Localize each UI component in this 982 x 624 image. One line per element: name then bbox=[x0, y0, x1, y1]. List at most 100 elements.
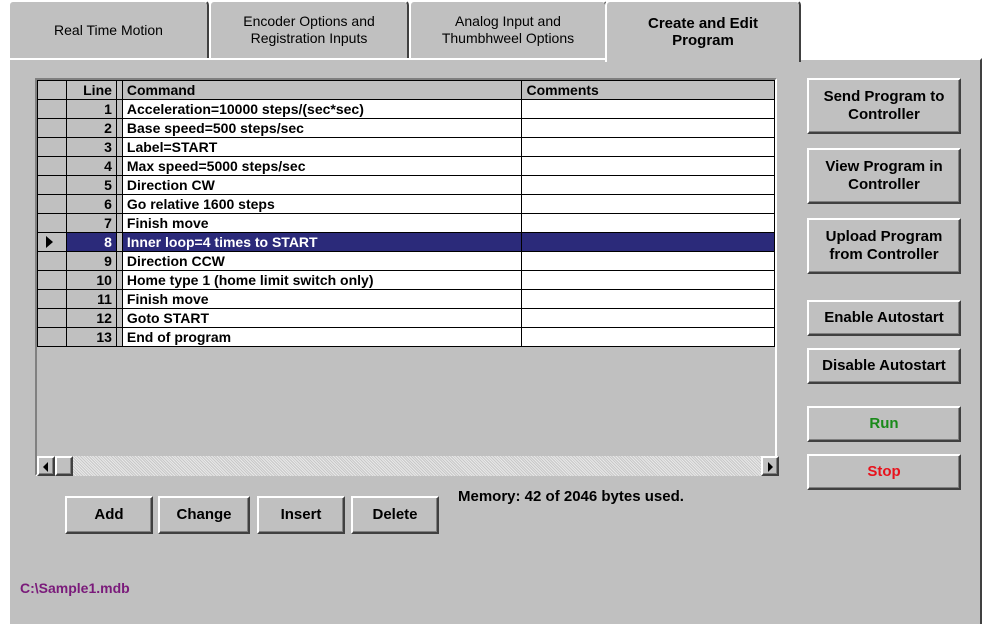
scroll-thumb[interactable] bbox=[55, 456, 73, 476]
command-cell[interactable]: Max speed=5000 steps/sec bbox=[121, 156, 523, 176]
line-number-cell[interactable]: 3 bbox=[65, 137, 117, 157]
delete-label: Delete bbox=[372, 506, 418, 523]
tab-panel: Line Command Comments 1 Acceleration=1000… bbox=[8, 58, 982, 624]
row-header[interactable] bbox=[37, 251, 67, 271]
tab-label: Real Time Motion bbox=[54, 21, 163, 38]
line-number-cell[interactable]: 8 bbox=[65, 232, 117, 252]
scroll-left-button[interactable] bbox=[37, 456, 55, 476]
command-cell[interactable]: Label=START bbox=[121, 137, 523, 157]
row-header[interactable] bbox=[37, 270, 67, 290]
tab-analog-input[interactable]: Analog Input and Thumbhweel Options bbox=[409, 0, 607, 58]
change-label: Change bbox=[176, 506, 232, 523]
row-header[interactable] bbox=[37, 175, 67, 195]
table-row[interactable]: 12 Goto START bbox=[37, 308, 775, 328]
table-row[interactable]: 9 Direction CCW bbox=[37, 251, 775, 271]
line-number-cell[interactable]: 12 bbox=[65, 308, 117, 328]
column-header-comments[interactable]: Comments bbox=[521, 80, 775, 100]
comments-cell[interactable] bbox=[521, 232, 775, 252]
line-number-cell[interactable]: 7 bbox=[65, 213, 117, 233]
delete-button[interactable]: Delete bbox=[351, 496, 439, 534]
comments-cell[interactable] bbox=[521, 194, 775, 214]
row-header-corner bbox=[37, 80, 67, 100]
tab-encoder-options[interactable]: Encoder Options and Registration Inputs bbox=[209, 0, 409, 58]
upload-program-button[interactable]: Upload Program from Controller bbox=[807, 218, 961, 274]
command-cell[interactable]: Goto START bbox=[121, 308, 523, 328]
row-header[interactable] bbox=[37, 194, 67, 214]
command-cell[interactable]: Finish move bbox=[121, 289, 523, 309]
row-header[interactable] bbox=[37, 137, 67, 157]
add-button[interactable]: Add bbox=[65, 496, 153, 534]
comments-cell[interactable] bbox=[521, 327, 775, 347]
command-cell[interactable]: Acceleration=10000 steps/(sec*sec) bbox=[121, 99, 523, 119]
tab-real-time-motion[interactable]: Real Time Motion bbox=[8, 0, 209, 58]
column-header-command[interactable]: Command bbox=[121, 80, 523, 100]
row-header[interactable] bbox=[37, 308, 67, 328]
comments-cell[interactable] bbox=[521, 156, 775, 176]
comments-cell[interactable] bbox=[521, 137, 775, 157]
horizontal-scrollbar[interactable] bbox=[37, 456, 779, 476]
row-header[interactable] bbox=[37, 118, 67, 138]
comments-cell[interactable] bbox=[521, 270, 775, 290]
command-cell[interactable]: Go relative 1600 steps bbox=[121, 194, 523, 214]
tab-label: Create and Edit Program bbox=[647, 15, 759, 49]
insert-button[interactable]: Insert bbox=[257, 496, 345, 534]
line-number-cell[interactable]: 2 bbox=[65, 118, 117, 138]
command-cell[interactable]: Base speed=500 steps/sec bbox=[121, 118, 523, 138]
comments-cell[interactable] bbox=[521, 175, 775, 195]
run-button[interactable]: Run bbox=[807, 406, 961, 442]
comments-cell[interactable] bbox=[521, 308, 775, 328]
table-row[interactable]: 2 Base speed=500 steps/sec bbox=[37, 118, 775, 138]
run-label: Run bbox=[869, 415, 899, 432]
table-row[interactable]: 13 End of program bbox=[37, 327, 775, 347]
change-button[interactable]: Change bbox=[158, 496, 250, 534]
row-header[interactable] bbox=[37, 327, 67, 347]
comments-cell[interactable] bbox=[521, 99, 775, 119]
table-row[interactable]: 7 Finish move bbox=[37, 213, 775, 233]
line-number-cell[interactable]: 1 bbox=[65, 99, 117, 119]
table-row[interactable]: 1 Acceleration=10000 steps/(sec*sec) bbox=[37, 99, 775, 119]
program-grid[interactable]: Line Command Comments 1 Acceleration=1000… bbox=[35, 78, 779, 476]
line-number-cell[interactable]: 6 bbox=[65, 194, 117, 214]
command-cell[interactable]: Direction CW bbox=[121, 175, 523, 195]
stop-button[interactable]: Stop bbox=[807, 454, 961, 490]
line-number-cell[interactable]: 10 bbox=[65, 270, 117, 290]
current-row-arrow-icon bbox=[46, 236, 53, 248]
tab-create-edit-program[interactable]: Create and Edit Program bbox=[605, 0, 801, 62]
table-row[interactable]: 6 Go relative 1600 steps bbox=[37, 194, 775, 214]
command-cell[interactable]: Home type 1 (home limit switch only) bbox=[121, 270, 523, 290]
command-cell[interactable]: Direction CCW bbox=[121, 251, 523, 271]
view-program-button[interactable]: View Program in Controller bbox=[807, 148, 961, 204]
line-number-cell[interactable]: 9 bbox=[65, 251, 117, 271]
table-row[interactable]: 10 Home type 1 (home limit switch only) bbox=[37, 270, 775, 290]
command-cell[interactable]: Inner loop=4 times to START bbox=[121, 232, 523, 252]
line-number-cell[interactable]: 4 bbox=[65, 156, 117, 176]
comments-cell[interactable] bbox=[521, 118, 775, 138]
line-number-cell[interactable]: 13 bbox=[65, 327, 117, 347]
enable-autostart-button[interactable]: Enable Autostart bbox=[807, 300, 961, 336]
command-cell[interactable]: End of program bbox=[121, 327, 523, 347]
table-row[interactable]: 8 Inner loop=4 times to START bbox=[37, 232, 775, 252]
table-row[interactable]: 4 Max speed=5000 steps/sec bbox=[37, 156, 775, 176]
scroll-right-button[interactable] bbox=[761, 456, 779, 476]
memory-usage-text: Memory: 42 of 2046 bytes used. bbox=[458, 488, 684, 505]
program-table: Line Command Comments 1 Acceleration=1000… bbox=[37, 80, 775, 347]
line-number-cell[interactable]: 11 bbox=[65, 289, 117, 309]
send-program-button[interactable]: Send Program to Controller bbox=[807, 78, 961, 134]
command-cell[interactable]: Finish move bbox=[121, 213, 523, 233]
table-row[interactable]: 3 Label=START bbox=[37, 137, 775, 157]
row-header[interactable] bbox=[37, 213, 67, 233]
line-number-cell[interactable]: 5 bbox=[65, 175, 117, 195]
comments-cell[interactable] bbox=[521, 213, 775, 233]
table-header-row: Line Command Comments bbox=[37, 80, 775, 100]
disable-autostart-button[interactable]: Disable Autostart bbox=[807, 348, 961, 384]
row-header[interactable] bbox=[37, 232, 67, 252]
column-header-line[interactable]: Line bbox=[65, 80, 117, 100]
comments-cell[interactable] bbox=[521, 251, 775, 271]
arrow-left-icon bbox=[43, 462, 48, 472]
row-header[interactable] bbox=[37, 99, 67, 119]
row-header[interactable] bbox=[37, 289, 67, 309]
row-header[interactable] bbox=[37, 156, 67, 176]
table-row[interactable]: 5 Direction CW bbox=[37, 175, 775, 195]
comments-cell[interactable] bbox=[521, 289, 775, 309]
table-row[interactable]: 11 Finish move bbox=[37, 289, 775, 309]
